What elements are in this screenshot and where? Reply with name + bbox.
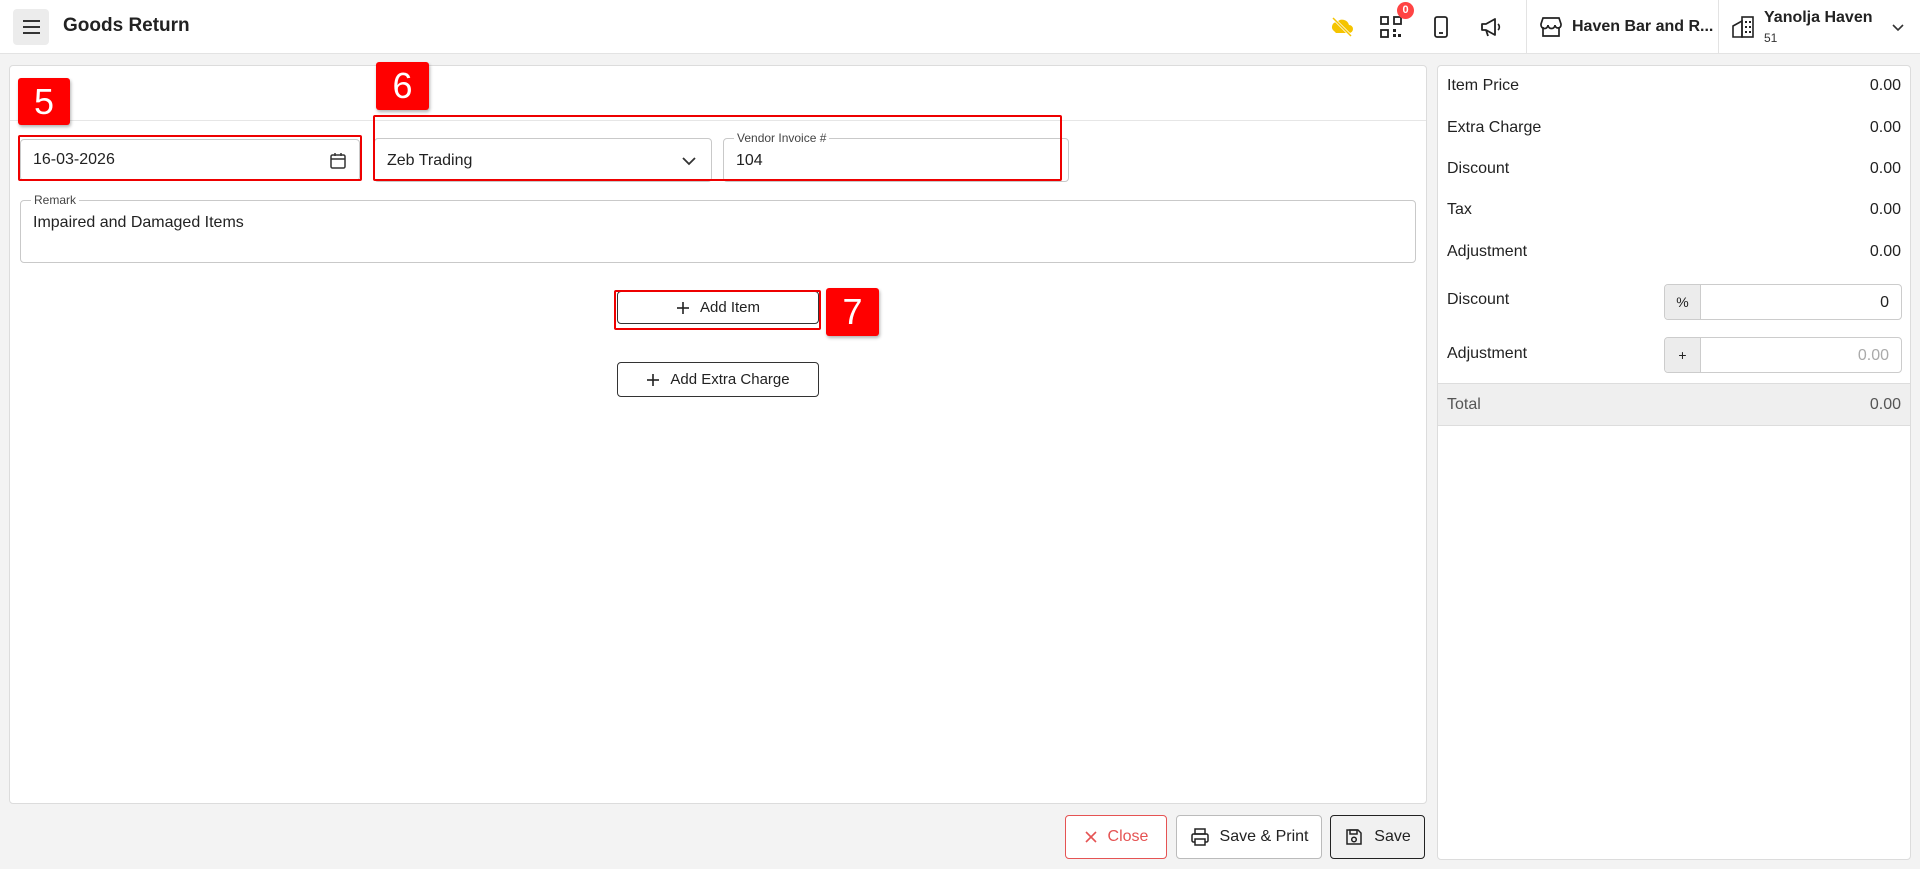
adjustment-row: Adjustment 0.00: [1447, 243, 1901, 260]
store-selector[interactable]: Haven Bar and R...: [1572, 18, 1713, 36]
qr-code-icon[interactable]: [1378, 14, 1404, 40]
remark-field[interactable]: Remark Impaired and Damaged Items: [20, 193, 1416, 263]
chevron-down-icon[interactable]: [1891, 20, 1905, 34]
printer-icon: [1190, 828, 1209, 846]
store-icon[interactable]: [1538, 14, 1564, 40]
tablet-icon[interactable]: [1428, 14, 1454, 40]
megaphone-icon[interactable]: [1478, 14, 1504, 40]
menu-icon: [23, 20, 40, 22]
adjustment-input[interactable]: + 0.00: [1664, 337, 1902, 373]
top-bar: Goods Return 0 Haven Bar and R... Yanolj…: [0, 0, 1920, 54]
discount-row: Discount 0.00: [1447, 160, 1901, 177]
highlight-date: [18, 135, 362, 181]
cloud-off-icon[interactable]: [1329, 14, 1355, 40]
building-icon: [1732, 16, 1754, 38]
percent-toggle[interactable]: %: [1665, 285, 1701, 319]
plus-icon: [647, 373, 660, 386]
step-marker-6: 6: [376, 62, 429, 110]
save-and-print-button[interactable]: Save & Print: [1176, 815, 1322, 859]
page-title: Goods Return: [63, 15, 190, 36]
highlight-vendor: [373, 115, 1062, 181]
step-marker-7: 7: [826, 288, 879, 336]
company-id: 51: [1764, 31, 1778, 45]
plus-minus-toggle[interactable]: +: [1665, 338, 1701, 372]
hamburger-menu-button[interactable]: [13, 9, 49, 45]
step-marker-5: 5: [18, 78, 70, 125]
total-row: Total 0.00: [1438, 383, 1910, 426]
tax-row: Tax 0.00: [1447, 201, 1901, 218]
highlight-add-item: [614, 290, 821, 330]
discount-input[interactable]: % 0: [1664, 284, 1902, 320]
save-icon: [1346, 829, 1363, 845]
summary-panel: Item Price 0.00 Extra Charge 0.00 Discou…: [1437, 65, 1911, 860]
company-name[interactable]: Yanolja Haven: [1764, 9, 1873, 27]
close-icon: [1084, 831, 1097, 843]
close-button[interactable]: Close: [1065, 815, 1167, 859]
save-button[interactable]: Save: [1330, 815, 1425, 859]
item-price-row: Item Price 0.00: [1447, 77, 1901, 94]
extra-charge-row: Extra Charge 0.00: [1447, 119, 1901, 136]
add-extra-charge-button[interactable]: Add Extra Charge: [617, 362, 819, 397]
notification-badge: 0: [1397, 2, 1414, 19]
